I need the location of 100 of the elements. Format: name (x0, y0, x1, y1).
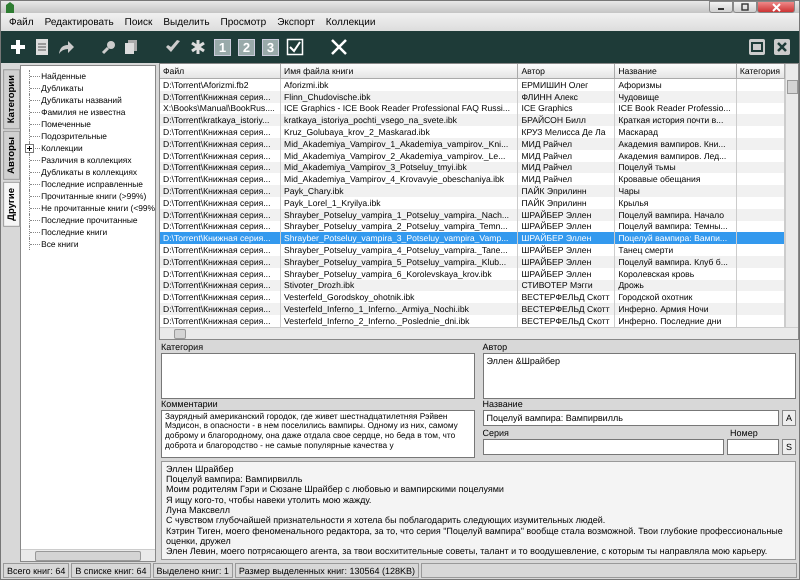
file-cell: D:\Torrent\Книжная серия... (160, 185, 281, 197)
restore-icon[interactable] (748, 38, 766, 56)
table-row[interactable]: D:\Torrent\Книжная серия... Flinn_Chudovische.ibk ФЛИНН Алекс Чудовище (160, 90, 784, 103)
book-file-cell: Stivoter_Drozh.ibk (280, 280, 518, 292)
table-row[interactable]: D:\Torrent\Книжная серия... Vesterfeld_Inferno_1_Inferno._Armiya_Nochi.ibk ВЕСТЕРФЕЛЬД Скотт Инферно. Армия Ночи (160, 303, 784, 315)
tree-item[interactable]: Дубликаты названий (41, 95, 122, 105)
author-cell: ШРАЙБЕР Эллен (518, 256, 615, 268)
text-line: С чувством глубочайшей признательности я хотела бы поблагодарить следующих изумительных людей. (166, 515, 606, 526)
title-field[interactable]: Поцелуй вампира: Вампирвилль (482, 410, 779, 426)
number-label: Номер (730, 428, 759, 439)
table-row[interactable]: D:\Torrent\kratkaya_istoriy... kratkaya_istoriya_pochti_vsego_na_svete.ibk БРАЙСОН Билл Краткая история почти в... (160, 114, 784, 126)
series-button[interactable]: S (782, 438, 796, 455)
table-row[interactable]: D:\Torrent\Книжная серия... Shrayber_Potseluy_vampira_1_Potseluy_vampira._Nach... ШРАЙБЕР Эллен Поцелуй вампира. Начало (160, 208, 784, 221)
title-cell: Поцелуй тьмы (614, 162, 736, 174)
column-header[interactable]: Файл (160, 64, 281, 78)
book-file-cell: Mid_Akademiya_Vampirov_1_Akademiya_vampirov._Kni... (280, 138, 518, 150)
menu-item[interactable]: Поиск (124, 16, 152, 28)
tree-item[interactable]: Подозрительные (41, 131, 107, 141)
file-cell: D:\Torrent\Книжная серия... (160, 90, 281, 103)
text-line: Поцелуй вампира: Вампирвилль (166, 474, 304, 484)
category-label: Категория (161, 342, 204, 353)
tree-item[interactable]: Фамилия не известна (41, 107, 126, 117)
author-cell: МИД Райчел (518, 162, 615, 174)
menu-item[interactable]: Просмотр (220, 16, 266, 28)
status-text: Выделено книг: 1 (152, 563, 233, 578)
tree-item[interactable]: Коллекции (41, 143, 83, 153)
tree-item[interactable]: Дубликаты (41, 83, 84, 93)
title-cell: Краткая история почти в... (614, 114, 736, 126)
expand-icon[interactable] (25, 144, 34, 152)
book-file-cell: kratkaya_istoriya_pochti_vsego_na_svete.ibk (280, 114, 518, 126)
series-label: Серия (482, 428, 510, 439)
title-cell: Чары (614, 185, 736, 197)
text-line: Моим родителям Гэри и Сюзане Шрайбер с любовью и вампирскими поцелуями (166, 484, 505, 495)
tree-item[interactable]: Найденные (41, 71, 86, 81)
arrow-icon[interactable] (57, 39, 75, 55)
side-tab[interactable]: Другие (3, 182, 20, 227)
book-file-cell: Shrayber_Potseluy_vampira_5_Potseluy_vampira._Klub... (280, 256, 518, 268)
close-icon[interactable] (330, 38, 348, 56)
minimize-button[interactable] (709, 1, 733, 13)
column-header[interactable]: Название (614, 64, 736, 78)
file-cell: D:\Torrent\Книжная серия... (160, 162, 281, 174)
title-cell: Чудовище (614, 90, 736, 103)
author-button[interactable]: A (782, 410, 796, 426)
table-row[interactable]: D:\Torrent\Книжная серия... Mid_Akademiya_Vampirov_1_Akademiya_vampirov._Kni... МИД Райчел Академия вампиров. Кни... (160, 138, 784, 150)
table-row[interactable]: D:\Torrent\Книжная серия... Stivoter_Drozh.ibk СТИВОТЕР Мэгги Дрожь (160, 280, 784, 292)
close-icon[interactable] (773, 38, 791, 56)
column-header[interactable]: Автор (518, 64, 615, 78)
author-cell: ФЛИНН Алекс (518, 90, 615, 103)
menu-item[interactable]: Экспорт (277, 16, 315, 28)
tree-item[interactable]: Различия в коллекциях (41, 155, 132, 165)
tree-item[interactable]: Все книги (41, 239, 79, 249)
tree-item[interactable]: Дубликаты в коллекциях (41, 167, 138, 177)
table-row[interactable]: D:\Torrent\Книжная серия... Payk_Chary.ibk ПАЙК Эприлинн Чары (160, 185, 784, 197)
author-field[interactable]: Эллен &Шрайбер (482, 352, 796, 399)
vertical-scrollbar[interactable] (785, 64, 798, 327)
side-tab[interactable]: Авторы (3, 131, 20, 180)
status-text: В списке книг: 64 (71, 563, 151, 578)
tree-item[interactable]: Последние прочитанные (41, 215, 138, 225)
author-cell: ШРАЙБЕР Эллен (518, 208, 615, 221)
column-header[interactable]: Категория (736, 64, 784, 78)
number-field[interactable] (727, 438, 779, 455)
menu-item[interactable]: Редактировать (44, 16, 114, 28)
text-line: Элен Левин, моего потрясающего агента, за твои восхитительные советы, талант и то воодушевление, с которым ты направляла мою карьеру. (166, 546, 768, 556)
author-cell: ВЕСТЕРФЕЛЬД Скотт (518, 303, 615, 315)
text-line: Кэтрин Тиген, моего феноменального редактора, за то, что серия "Поцелуй вампира" вообще стала возможной. Твои глубокие профессиональные оценки, дружел (166, 526, 784, 546)
column-header[interactable]: Имя файла книги (280, 64, 518, 78)
horizontal-scrollbar[interactable] (160, 326, 798, 339)
file-cell: D:\Torrent\Книжная серия... (160, 138, 281, 150)
text-line: Я ищу кого-то, чтобы навеки утолить мою жажду. (166, 494, 372, 505)
book-file-cell: Flinn_Chudovische.ibk (280, 90, 518, 103)
category-field[interactable] (161, 352, 474, 399)
copy-icon[interactable] (124, 39, 138, 55)
horizontal-scrollbar[interactable] (21, 549, 155, 561)
file-cell: D:\Torrent\Книжная серия... (160, 208, 281, 221)
tree-item[interactable]: Прочитанные книги (>99%) (41, 191, 146, 201)
tree-item[interactable]: Не прочитанные книги (<99% (41, 203, 155, 213)
menu-item[interactable]: Коллекции (326, 16, 376, 28)
series-field[interactable] (482, 438, 724, 455)
book-file-cell: Vesterfeld_Inferno_1_Inferno._Armiya_Nochi.ibk (280, 303, 518, 315)
title-cell: Поцелуй вампира: Вампи... (614, 232, 736, 244)
menu-item[interactable]: Выделить (163, 16, 210, 28)
table-row[interactable]: D:\Torrent\Книжная серия... Shrayber_Potseluy_vampira_5_Potseluy_vampira._Klub... ШРАЙБЕР Эллен Поцелуй вампира. Клуб б... (160, 256, 784, 268)
tree-item[interactable]: Последние исправленные (41, 179, 143, 189)
maximize-icon[interactable] (741, 3, 749, 11)
search-icon[interactable] (101, 39, 117, 55)
table-row[interactable]: D:\Torrent\Книжная серия... Mid_Akademiya_Vampirov_3_Potseluy_tmyi.ibk МИД Райчел Поцелуй тьмы (160, 162, 784, 174)
maximize-button[interactable] (733, 1, 757, 13)
document-icon[interactable] (34, 38, 50, 56)
checkbox-icon[interactable] (286, 38, 304, 56)
book-file-cell: Shrayber_Potseluy_vampira_3_Potseluy_vampira_Vamp... (280, 232, 518, 244)
asterisk-icon[interactable] (189, 38, 207, 56)
title-cell: Инферно. Армия Ночи (614, 303, 736, 315)
text-line: Луна Максвелл (166, 504, 232, 516)
tree-item[interactable]: Помеченные (41, 119, 91, 129)
comments-field[interactable]: Заурядный американский городок, где живет шестнадцатилетняя Рэйвен Мэдисон, в опасности - в нем поселились вампиры. Одному из них, самому доброму и благородному, она даже отдала свое сердце, но беда в том, что доброта и благородство - не самые популярные качества у (161, 410, 474, 458)
tree-item[interactable]: Последние книги (41, 227, 108, 237)
close-button[interactable] (757, 1, 795, 13)
side-tab[interactable]: Категории (3, 69, 20, 130)
menu-item[interactable]: Файл (9, 16, 34, 28)
add-icon[interactable] (9, 38, 27, 56)
